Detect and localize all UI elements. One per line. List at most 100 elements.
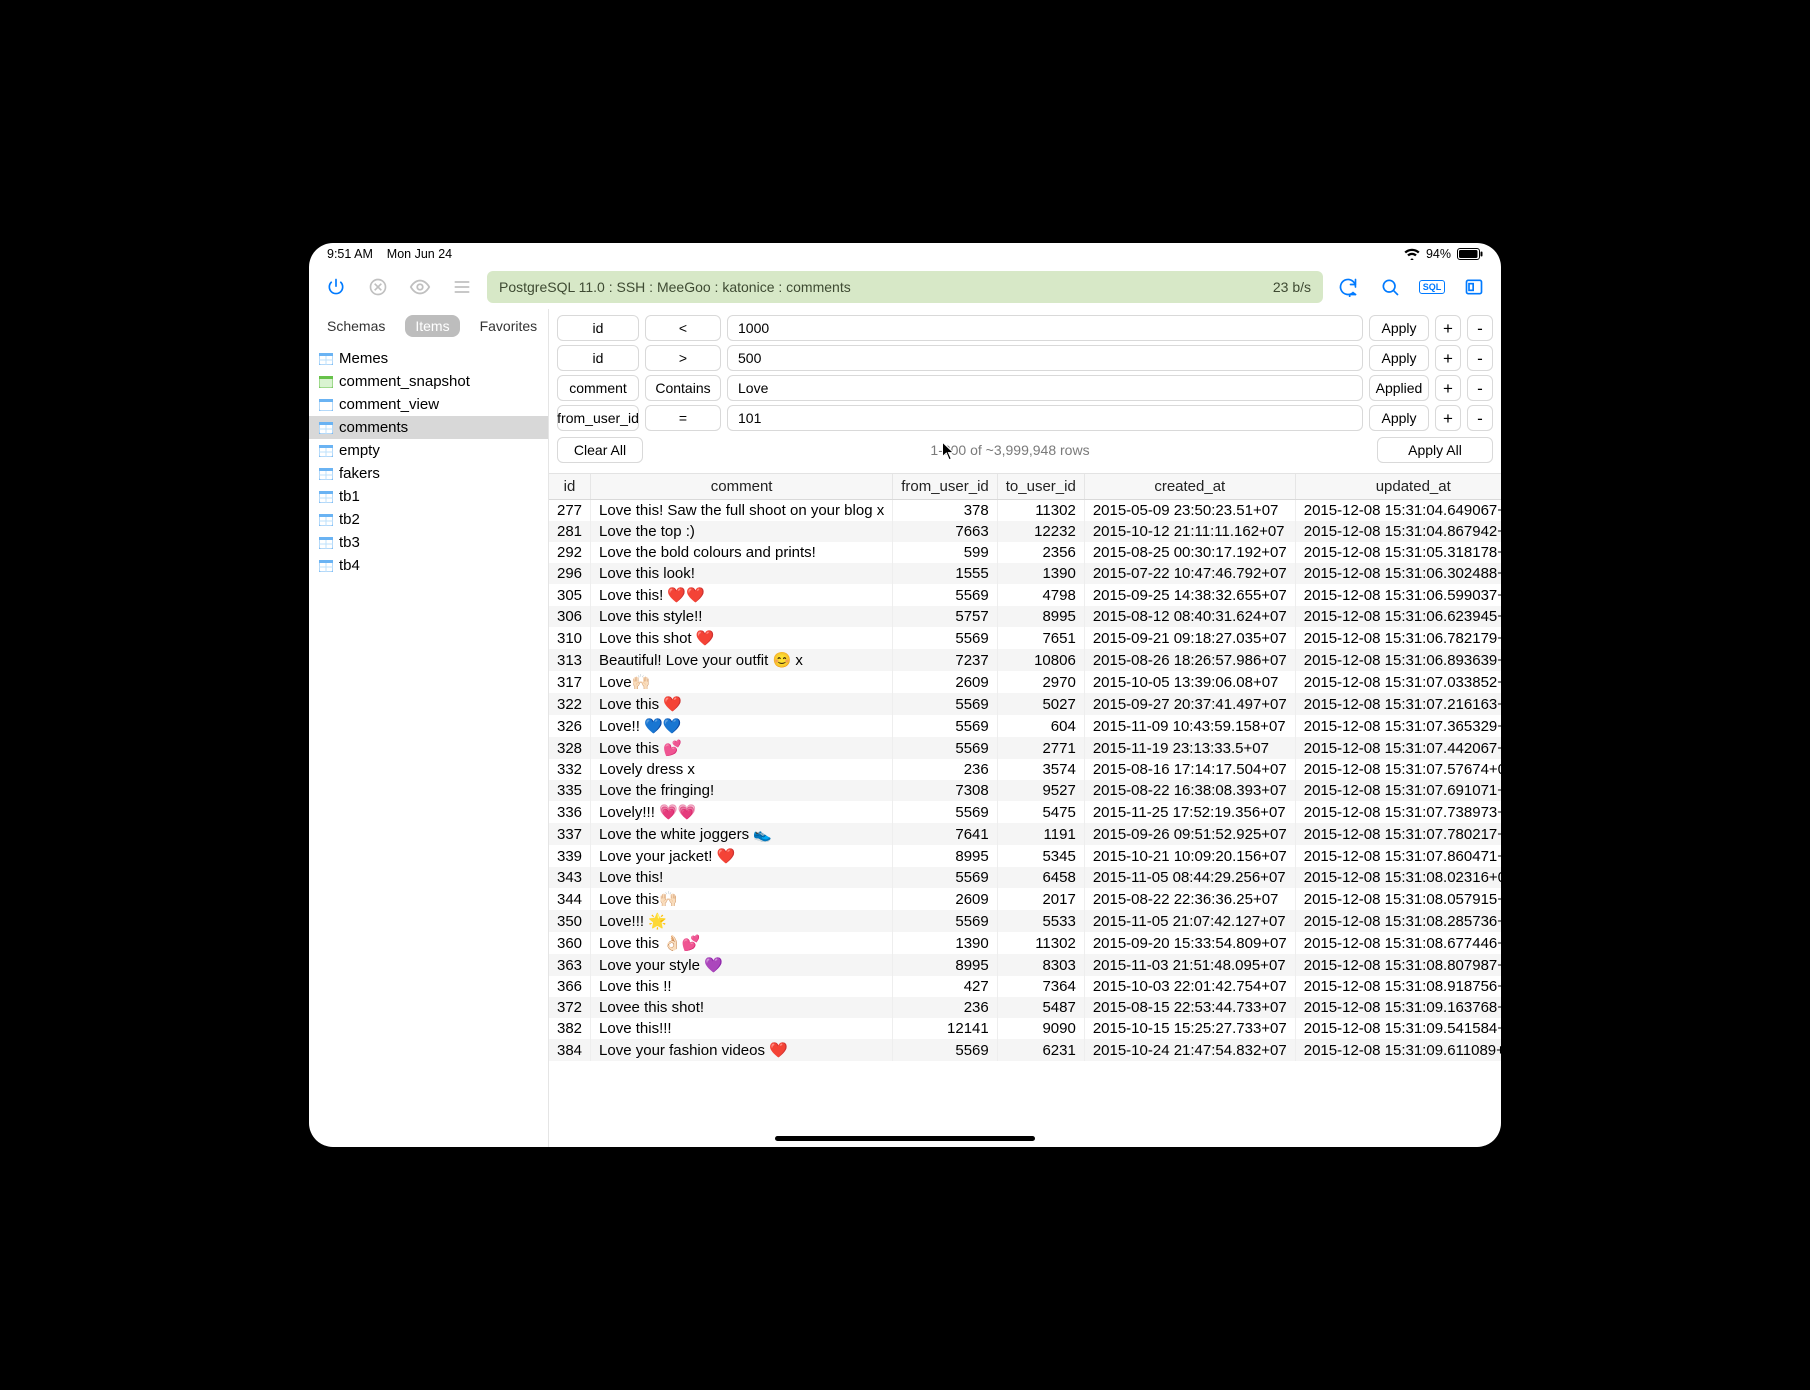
table-row[interactable]: 281Love the top :)7663122322015-10-12 21… [549,521,1501,542]
table-row[interactable]: 343Love this!556964582015-11-05 08:44:29… [549,867,1501,888]
table-row[interactable]: 344Love this🙌🏻260920172015-08-22 22:36:3… [549,888,1501,910]
filter-operator-select[interactable]: > [645,345,721,371]
cell-to-user-id[interactable]: 2771 [997,737,1084,759]
cell-to-user-id[interactable]: 2970 [997,671,1084,693]
tab-favorites[interactable]: Favorites [470,315,548,337]
cell-to-user-id[interactable]: 4798 [997,584,1084,606]
table-row[interactable]: 339Love your jacket! ❤️899553452015-10-2… [549,845,1501,867]
col-from-user-id[interactable]: from_user_id [893,474,998,500]
table-row[interactable]: 335Love the fringing!730895272015-08-22 … [549,780,1501,801]
cancel-icon[interactable] [361,270,395,304]
cell-updated-at[interactable]: 2015-12-08 15:31:08.677446+07 [1295,932,1501,954]
cell-to-user-id[interactable]: 2017 [997,888,1084,910]
cell-comment[interactable]: Lovely!!! 💗💗 [591,801,893,823]
cell-created-at[interactable]: 2015-11-25 17:52:19.356+07 [1084,801,1295,823]
filter-value-input[interactable]: 101 [727,405,1363,431]
cell-from-user-id[interactable]: 378 [893,500,998,522]
cell-id[interactable]: 382 [549,1018,591,1039]
cell-created-at[interactable]: 2015-08-22 22:36:36.25+07 [1084,888,1295,910]
cell-id[interactable]: 281 [549,521,591,542]
cell-created-at[interactable]: 2015-08-22 16:38:08.393+07 [1084,780,1295,801]
table-row[interactable]: 350Love!!! 🌟556955332015-11-05 21:07:42.… [549,910,1501,932]
cell-comment[interactable]: Love this !! [591,976,893,997]
table-row[interactable]: 336Lovely!!! 💗💗556954752015-11-25 17:52:… [549,801,1501,823]
cell-to-user-id[interactable]: 5345 [997,845,1084,867]
cell-comment[interactable]: Love this!!! [591,1018,893,1039]
cell-from-user-id[interactable]: 5569 [893,1039,998,1061]
cell-updated-at[interactable]: 2015-12-08 15:31:07.442067+07 [1295,737,1501,759]
cell-updated-at[interactable]: 2015-12-08 15:31:08.918756+07 [1295,976,1501,997]
cell-id[interactable]: 337 [549,823,591,845]
filter-remove-button[interactable]: - [1467,345,1493,371]
cell-id[interactable]: 277 [549,500,591,522]
cell-comment[interactable]: Love this! ❤️❤️ [591,584,893,606]
table-row[interactable]: 305Love this! ❤️❤️556947982015-09-25 14:… [549,584,1501,606]
cell-comment[interactable]: Beautiful! Love your outfit 😊 x [591,649,893,671]
sidebar-item-tb1[interactable]: tb1 [309,485,548,508]
cell-id[interactable]: 310 [549,627,591,649]
panels-icon[interactable] [1457,270,1491,304]
cell-updated-at[interactable]: 2015-12-08 15:31:05.318178+07 [1295,542,1501,563]
table-row[interactable]: 292Love the bold colours and prints!5992… [549,542,1501,563]
clear-all-button[interactable]: Clear All [557,437,643,463]
cell-updated-at[interactable]: 2015-12-08 15:31:08.285736+07 [1295,910,1501,932]
filter-column-select[interactable]: comment [557,375,639,401]
filter-apply-button[interactable]: Apply [1369,345,1429,371]
filter-add-button[interactable]: + [1435,345,1461,371]
cell-id[interactable]: 339 [549,845,591,867]
cell-comment[interactable]: Love!! 💙💙 [591,715,893,737]
cell-to-user-id[interactable]: 8303 [997,954,1084,976]
cell-comment[interactable]: Love!!! 🌟 [591,910,893,932]
cell-to-user-id[interactable]: 5475 [997,801,1084,823]
col-comment[interactable]: comment [591,474,893,500]
cell-created-at[interactable]: 2015-11-19 23:13:33.5+07 [1084,737,1295,759]
cell-id[interactable]: 360 [549,932,591,954]
cell-comment[interactable]: Love this! [591,867,893,888]
cell-comment[interactable]: Love this look! [591,563,893,584]
cell-comment[interactable]: Love this! Saw the full shoot on your bl… [591,500,893,522]
cell-id[interactable]: 326 [549,715,591,737]
sidebar-item-tb2[interactable]: tb2 [309,508,548,531]
cell-updated-at[interactable]: 2015-12-08 15:31:07.691071+07 [1295,780,1501,801]
cell-comment[interactable]: Lovee this shot! [591,997,893,1018]
cell-updated-at[interactable]: 2015-12-08 15:31:07.738973+07 [1295,801,1501,823]
cell-comment[interactable]: Love🙌🏻 [591,671,893,693]
cell-from-user-id[interactable]: 5569 [893,715,998,737]
cell-to-user-id[interactable]: 604 [997,715,1084,737]
sidebar-item-empty[interactable]: empty [309,439,548,462]
sidebar-item-comments[interactable]: comments [309,416,548,439]
cell-updated-at[interactable]: 2015-12-08 15:31:07.57674+07 [1295,759,1501,780]
cell-id[interactable]: 335 [549,780,591,801]
cell-created-at[interactable]: 2015-11-05 21:07:42.127+07 [1084,910,1295,932]
cell-updated-at[interactable]: 2015-12-08 15:31:07.860471+07 [1295,845,1501,867]
cell-id[interactable]: 306 [549,606,591,627]
table-row[interactable]: 363Love your style 💜899583032015-11-03 2… [549,954,1501,976]
result-grid[interactable]: id comment from_user_id to_user_id creat… [549,473,1501,1147]
cell-created-at[interactable]: 2015-10-15 15:25:27.733+07 [1084,1018,1295,1039]
cell-to-user-id[interactable]: 7651 [997,627,1084,649]
cell-to-user-id[interactable]: 2356 [997,542,1084,563]
cell-from-user-id[interactable]: 7641 [893,823,998,845]
cell-from-user-id[interactable]: 5569 [893,584,998,606]
sidebar-item-tb3[interactable]: tb3 [309,531,548,554]
cell-from-user-id[interactable]: 5569 [893,627,998,649]
list-icon[interactable] [445,270,479,304]
table-row[interactable]: 384Love your fashion videos ❤️5569623120… [549,1039,1501,1061]
cell-id[interactable]: 332 [549,759,591,780]
filter-remove-button[interactable]: - [1467,375,1493,401]
cell-created-at[interactable]: 2015-11-03 21:51:48.095+07 [1084,954,1295,976]
cell-created-at[interactable]: 2015-09-27 20:37:41.497+07 [1084,693,1295,715]
cell-from-user-id[interactable]: 7308 [893,780,998,801]
cell-updated-at[interactable]: 2015-12-08 15:31:09.163768+07 [1295,997,1501,1018]
table-row[interactable]: 337Love the white joggers 👟764111912015-… [549,823,1501,845]
col-id[interactable]: id [549,474,591,500]
cell-created-at[interactable]: 2015-08-25 00:30:17.192+07 [1084,542,1295,563]
cell-created-at[interactable]: 2015-09-26 09:51:52.925+07 [1084,823,1295,845]
cell-from-user-id[interactable]: 1390 [893,932,998,954]
cell-from-user-id[interactable]: 2609 [893,888,998,910]
cell-from-user-id[interactable]: 5569 [893,737,998,759]
sql-icon[interactable]: SQL [1415,270,1449,304]
cell-created-at[interactable]: 2015-07-22 10:47:46.792+07 [1084,563,1295,584]
cell-to-user-id[interactable]: 5487 [997,997,1084,1018]
filter-value-input[interactable]: Love [727,375,1363,401]
